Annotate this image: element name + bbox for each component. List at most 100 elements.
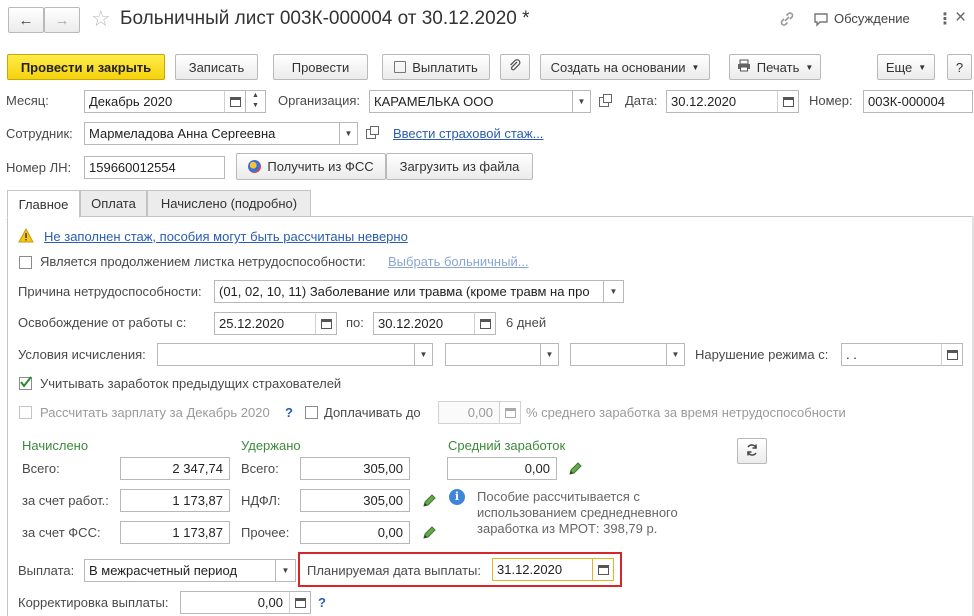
withheld-total-field[interactable]: 305,00 bbox=[300, 457, 410, 480]
checkmark-icon bbox=[20, 376, 32, 388]
other-withheld-field[interactable]: 0,00 bbox=[300, 521, 410, 544]
pay-button-label: Выплатить bbox=[412, 59, 478, 75]
tab-main[interactable]: Главное bbox=[7, 190, 80, 218]
tab-payment[interactable]: Оплата bbox=[80, 190, 147, 217]
calc-salary-help[interactable]: ? bbox=[285, 405, 293, 421]
pay-button[interactable]: Выплатить bbox=[382, 54, 490, 80]
insurance-experience-link[interactable]: Ввести страховой стаж... bbox=[393, 126, 543, 142]
withheld-heading: Удержано bbox=[241, 438, 301, 453]
release-to-field[interactable]: 30.12.2020 bbox=[373, 312, 475, 335]
help-button[interactable]: ? bbox=[947, 54, 972, 80]
extra-pay-field[interactable]: 0,00 bbox=[438, 401, 500, 424]
ndfl-field[interactable]: 305,00 bbox=[300, 489, 410, 512]
average-heading: Средний заработок bbox=[448, 438, 566, 453]
reason-field[interactable]: (01, 02, 10, 11) Заболевание или травма … bbox=[214, 280, 604, 303]
calendar-icon bbox=[782, 96, 794, 107]
correction-help[interactable]: ? bbox=[318, 595, 326, 611]
number-field[interactable]: 003К-000004 bbox=[863, 90, 973, 113]
date-calendar-button[interactable] bbox=[777, 90, 799, 113]
organization-field[interactable]: КАРАМЕЛЬКА ООО bbox=[369, 90, 573, 113]
average-field[interactable]: 0,00 bbox=[447, 457, 557, 480]
favorite-star-icon[interactable]: ☆ bbox=[91, 6, 111, 32]
release-from-field[interactable]: 25.12.2020 bbox=[214, 312, 316, 335]
calc-salary-checkbox[interactable] bbox=[19, 406, 32, 419]
ndfl-edit-pencil-icon[interactable] bbox=[421, 493, 437, 509]
payment-dropdown[interactable]: ▼ bbox=[276, 559, 296, 582]
ln-number-field[interactable]: 159660012554 bbox=[84, 156, 225, 179]
discussion-link[interactable]: Обсуждение bbox=[834, 11, 910, 26]
warning-link[interactable]: Не заполнен стаж, пособия могут быть рас… bbox=[44, 229, 408, 245]
arrow-right-icon: → bbox=[54, 11, 70, 29]
choose-sick-leave-link[interactable]: Выбрать больничный... bbox=[388, 254, 529, 270]
post-and-close-button[interactable]: Провести и закрыть bbox=[7, 54, 165, 80]
other-edit-pencil-icon[interactable] bbox=[421, 525, 437, 541]
conditions-dropdown-1[interactable]: ▼ bbox=[415, 343, 433, 366]
warning-icon bbox=[18, 227, 34, 246]
extra-pay-checkbox[interactable] bbox=[305, 406, 318, 419]
get-from-fss-label: Получить из ФСС bbox=[267, 159, 374, 174]
link-icon[interactable] bbox=[778, 10, 796, 28]
month-stepper[interactable]: ▲ ▼ bbox=[246, 90, 266, 113]
conditions-dropdown-3[interactable]: ▼ bbox=[667, 343, 685, 366]
planned-date-calendar-button[interactable] bbox=[592, 558, 614, 581]
month-field[interactable]: Декабрь 2020 bbox=[84, 90, 226, 113]
info-text-line-3: заработка из МРОТ: 398,79 р. bbox=[477, 521, 658, 536]
organization-dropdown[interactable]: ▼ bbox=[573, 90, 591, 113]
accrued-total-field[interactable]: 2 347,74 bbox=[120, 457, 230, 480]
pay-icon bbox=[394, 61, 407, 73]
accrued-employer-field[interactable]: 1 173,87 bbox=[120, 489, 230, 512]
dropdown-arrow-icon: ▼ bbox=[281, 566, 290, 575]
violation-calendar-button[interactable] bbox=[941, 343, 963, 366]
withheld-total-label: Всего: bbox=[241, 461, 279, 476]
tab-accrued-detailed[interactable]: Начислено (подробно) bbox=[147, 190, 311, 217]
ndfl-label: НДФЛ: bbox=[241, 493, 281, 508]
save-button[interactable]: Записать bbox=[175, 54, 258, 80]
conditions-field-3[interactable] bbox=[570, 343, 667, 366]
open-icon bbox=[599, 93, 612, 107]
more-vertical-icon[interactable]: ⋮ bbox=[937, 9, 953, 29]
conditions-dropdown-2[interactable]: ▼ bbox=[541, 343, 559, 366]
release-from-calendar-button[interactable] bbox=[315, 312, 337, 335]
conditions-field-1[interactable] bbox=[157, 343, 415, 366]
close-icon[interactable]: × bbox=[955, 7, 966, 29]
more-button-label: Еще bbox=[885, 59, 913, 75]
correction-field[interactable]: 0,00 bbox=[180, 591, 290, 614]
reason-label: Причина нетрудоспособности: bbox=[18, 284, 202, 299]
discussion-icon[interactable] bbox=[813, 11, 829, 27]
violation-field[interactable]: . . bbox=[841, 343, 942, 366]
calendar-icon bbox=[320, 318, 332, 329]
planned-date-field[interactable]: 31.12.2020 bbox=[492, 558, 593, 581]
correction-calculator-button[interactable] bbox=[289, 591, 311, 614]
get-from-fss-button[interactable]: Получить из ФСС bbox=[236, 153, 386, 180]
refresh-button[interactable] bbox=[737, 438, 767, 464]
payment-field[interactable]: В межрасчетный период bbox=[84, 559, 276, 582]
date-field[interactable]: 30.12.2020 bbox=[666, 90, 778, 113]
average-edit-pencil-icon[interactable] bbox=[567, 461, 583, 477]
employee-dropdown[interactable]: ▼ bbox=[340, 122, 358, 145]
attachments-button[interactable] bbox=[500, 54, 530, 80]
accrued-total-label: Всего: bbox=[22, 461, 60, 476]
reason-dropdown[interactable]: ▼ bbox=[604, 280, 624, 303]
month-calendar-button[interactable] bbox=[224, 90, 246, 113]
continuation-checkbox[interactable] bbox=[19, 256, 32, 269]
info-icon: i bbox=[449, 489, 465, 505]
post-button[interactable]: Провести bbox=[273, 54, 368, 80]
conditions-field-2[interactable] bbox=[445, 343, 541, 366]
load-from-file-button[interactable]: Загрузить из файла bbox=[386, 153, 533, 180]
forward-button[interactable]: → bbox=[44, 7, 80, 33]
prev-insurers-checkbox[interactable] bbox=[19, 376, 32, 390]
employee-open-button[interactable] bbox=[362, 122, 380, 145]
accrued-fss-field[interactable]: 1 173,87 bbox=[120, 521, 230, 544]
calendar-icon bbox=[479, 318, 491, 329]
back-button[interactable]: ← bbox=[8, 7, 44, 33]
organization-open-button[interactable] bbox=[595, 90, 613, 113]
print-button[interactable]: Печать ▼ bbox=[729, 54, 821, 80]
release-to-calendar-button[interactable] bbox=[474, 312, 496, 335]
employee-field[interactable]: Мармеладова Анна Сергеевна bbox=[84, 122, 340, 145]
create-based-on-button[interactable]: Создать на основании ▼ bbox=[540, 54, 710, 80]
extra-pay-calculator-button[interactable] bbox=[499, 401, 521, 424]
more-button[interactable]: Еще ▼ bbox=[877, 54, 935, 80]
page-title: Больничный лист 003К-000004 от 30.12.202… bbox=[120, 8, 530, 29]
days-count: 6 дней bbox=[506, 315, 547, 330]
calendar-icon bbox=[229, 96, 241, 107]
